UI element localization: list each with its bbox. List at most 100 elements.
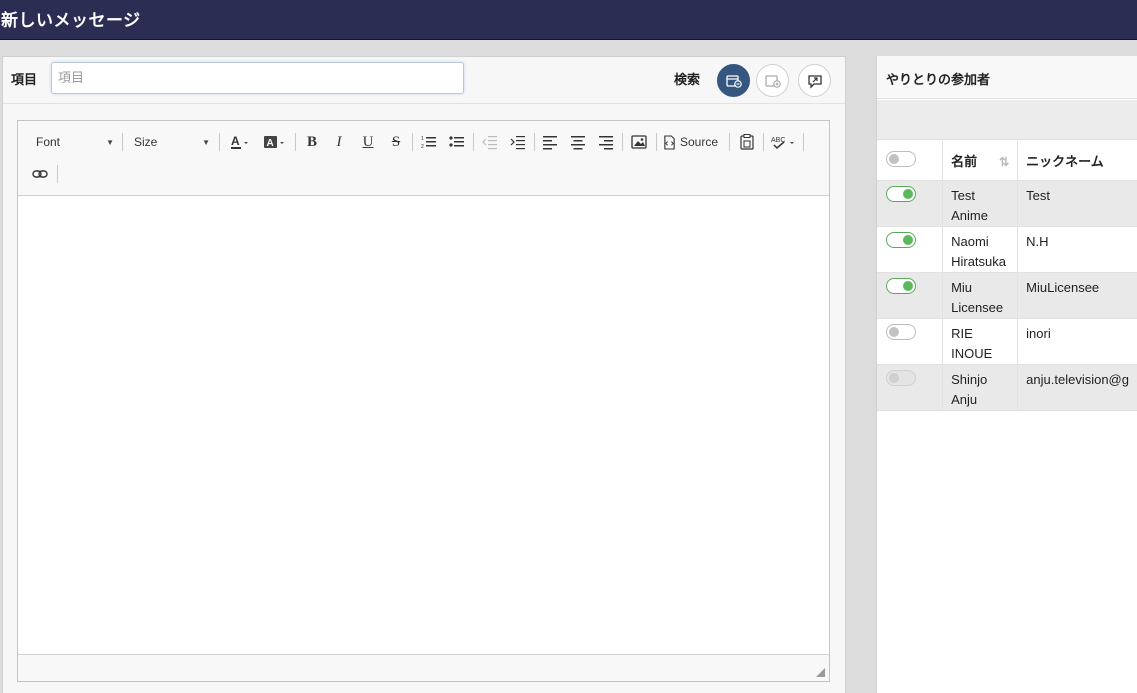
participant-name: Miu Licensee — [942, 272, 1019, 319]
participant-toggle — [886, 369, 916, 386]
participant-toggle-cell — [877, 364, 944, 411]
increase-indent-button[interactable] — [507, 131, 529, 153]
participant-nickname: MiuLicensee — [1017, 272, 1137, 319]
svg-text:2: 2 — [421, 144, 424, 150]
name-column-label: 名前 — [951, 153, 978, 169]
text-color-icon: A — [231, 134, 248, 149]
background-color-icon: A — [264, 136, 284, 149]
add-contact-icon — [764, 74, 781, 88]
participant-toggle[interactable] — [886, 323, 916, 340]
app-header: 新しいメッセージ — [0, 0, 1137, 40]
address-book-search-button[interactable] — [717, 64, 750, 97]
spell-check-icon: ABC — [771, 137, 794, 150]
strikethrough-icon: S — [391, 133, 401, 150]
toolbar-divider — [656, 133, 657, 151]
table-header-row: 名前 ⇅ ニックネーム — [877, 141, 1137, 181]
spell-check-button[interactable]: ABC — [769, 131, 799, 153]
link-icon — [32, 170, 48, 178]
image-button[interactable] — [628, 131, 650, 153]
svg-text:A: A — [231, 134, 240, 148]
sort-icon[interactable]: ⇅ — [999, 155, 1009, 169]
toolbar-divider — [473, 133, 474, 151]
align-left-icon — [543, 136, 557, 150]
bulleted-list-icon — [449, 136, 464, 147]
participant-toggle-cell — [877, 318, 944, 365]
numbered-list-button[interactable]: 1 2 — [418, 131, 440, 153]
strikethrough-button[interactable]: S — [386, 131, 406, 153]
link-button[interactable] — [30, 163, 50, 185]
underline-button[interactable]: U — [358, 131, 378, 153]
table-row: Miu Licensee MiuLicensee — [877, 272, 1137, 319]
participant-toggle[interactable] — [886, 185, 916, 202]
participant-name: RIE INOUE — [942, 318, 1019, 365]
italic-button[interactable]: I — [329, 131, 349, 153]
participants-table: 名前 ⇅ ニックネーム Test Anime Test Naomi Hiratsuk… — [877, 141, 1137, 411]
toolbar-divider — [57, 165, 58, 183]
paste-from-word-button[interactable] — [736, 131, 758, 153]
subject-row: 項目 検索 — [3, 57, 845, 104]
bold-button[interactable]: B — [302, 131, 322, 153]
svg-text:1: 1 — [421, 136, 424, 142]
chevron-down-icon: ▼ — [202, 137, 210, 147]
participant-toggle[interactable] — [886, 231, 916, 248]
toolbar-divider — [763, 133, 764, 151]
address-book-icon — [725, 74, 742, 88]
search-label: 検索 — [674, 73, 701, 88]
svg-text:A: A — [267, 138, 274, 149]
participant-toggle[interactable] — [886, 277, 916, 294]
name-column-header[interactable]: 名前 ⇅ — [942, 141, 1019, 181]
participant-nickname: inori — [1017, 318, 1137, 365]
size-combo-label: Size — [134, 135, 158, 149]
table-row: RIE INOUE inori — [877, 318, 1137, 365]
align-left-button[interactable] — [539, 131, 561, 153]
chevron-down-icon: ▼ — [106, 137, 114, 147]
italic-icon: I — [336, 133, 342, 150]
underline-icon: U — [362, 133, 374, 150]
toolbar-divider — [219, 133, 220, 151]
participant-name: Test Anime — [942, 180, 1019, 227]
font-combo-label: Font — [36, 135, 61, 149]
toolbar-divider — [534, 133, 535, 151]
editor-toolbar: Font ▼ Size ▼ A A B I U S 1 2 Source ABC — [18, 121, 829, 196]
nickname-column-header[interactable]: ニックネーム — [1017, 141, 1137, 181]
source-code-icon — [664, 134, 675, 150]
image-icon — [631, 135, 647, 149]
background-color-button[interactable]: A — [261, 131, 289, 153]
source-button[interactable]: Source — [663, 131, 725, 153]
participant-name: Shinjo Anju — [942, 364, 1019, 411]
nickname-column-label: ニックネーム — [1026, 153, 1104, 169]
share-icon — [807, 74, 822, 89]
participant-toggle-cell — [877, 180, 944, 227]
resize-handle-icon[interactable] — [816, 668, 825, 677]
toolbar-divider — [412, 133, 413, 151]
toolbar-divider — [295, 133, 296, 151]
table-row: Shinjo Anju anju.television@g — [877, 364, 1137, 411]
select-all-cell — [877, 141, 944, 181]
rich-text-editor: Font ▼ Size ▼ A A B I U S 1 2 Source ABC — [17, 120, 830, 682]
outdent-icon — [482, 136, 497, 150]
editor-footer — [18, 654, 829, 681]
page-title: 新しいメッセージ — [1, 11, 141, 31]
bold-icon: B — [306, 133, 317, 150]
bulleted-list-button[interactable] — [446, 131, 468, 153]
subject-input[interactable] — [51, 62, 464, 94]
participant-nickname: anju.television@g — [1017, 364, 1137, 411]
font-combo[interactable]: Font ▼ — [36, 131, 118, 153]
text-color-button[interactable]: A — [227, 131, 253, 153]
align-center-button[interactable] — [567, 131, 589, 153]
participants-title: やりとりの参加者 — [886, 73, 991, 88]
editor-content-area[interactable] — [18, 197, 829, 654]
table-row: Test Anime Test — [877, 180, 1137, 227]
decrease-indent-button[interactable] — [479, 131, 501, 153]
clipboard-icon — [740, 134, 754, 150]
select-all-toggle[interactable] — [886, 150, 916, 167]
share-button[interactable] — [798, 64, 831, 97]
numbered-list-icon: 1 2 — [421, 136, 436, 150]
toolbar-divider — [122, 133, 123, 151]
size-combo[interactable]: Size ▼ — [134, 131, 214, 153]
align-right-button[interactable] — [595, 131, 617, 153]
participants-panel: やりとりの参加者 名前 ⇅ ニックネーム Test Anime Test Naomi… — [876, 56, 1137, 693]
add-participant-button[interactable] — [756, 64, 789, 97]
toolbar-divider — [622, 133, 623, 151]
indent-icon — [510, 136, 525, 150]
